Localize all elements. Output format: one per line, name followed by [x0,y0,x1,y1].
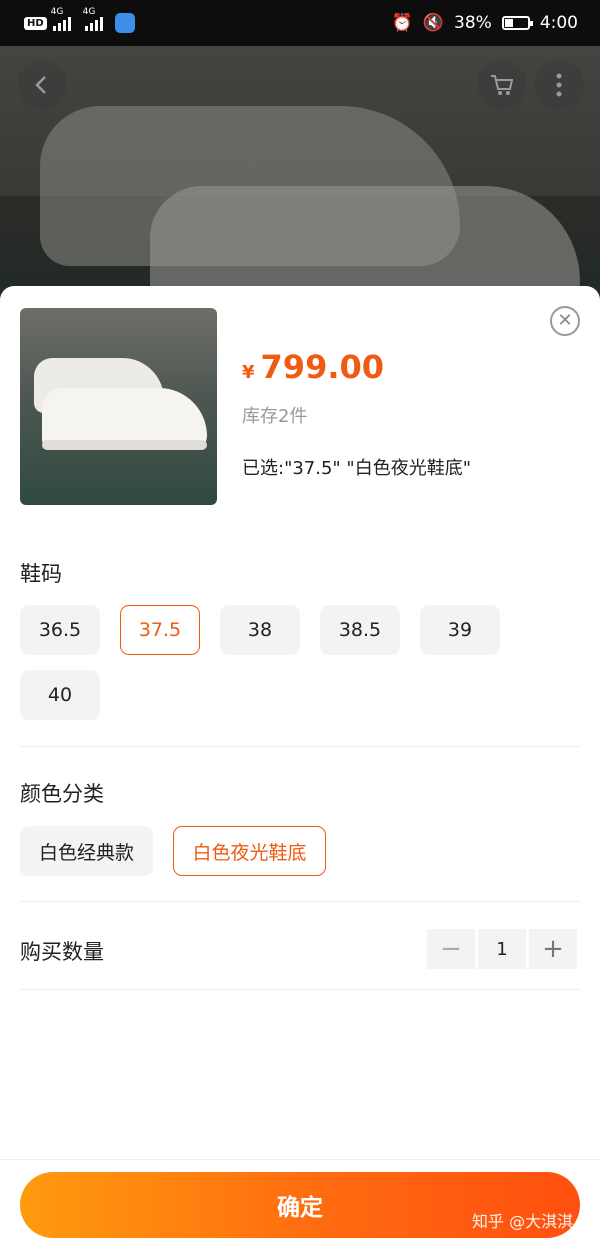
watermark: 知乎 @大淇淇 [472,1212,574,1231]
stock-text: 库存2件 [242,406,308,427]
price: ¥ 799.00 [242,348,384,386]
close-button[interactable]: ✕ [550,306,580,336]
size-option[interactable]: 40 [20,670,100,720]
status-bar: HD 4G 4G ⏰ 🔇 38% 4:00 [0,0,600,46]
size-option[interactable]: 38.5 [320,605,400,655]
battery-icon [501,16,533,30]
size-option[interactable]: 39 [420,605,500,655]
mute-icon: 🔇 [422,13,445,33]
price-amount: 799.00 [260,348,385,386]
cart-icon [491,75,514,95]
increase-button[interactable]: + [529,929,577,969]
chevron-left-icon [35,76,46,94]
product-hero-image [0,46,600,306]
footer-divider [0,1159,600,1160]
more-button[interactable] [534,60,584,110]
app-notification-icon [114,13,135,33]
size-section-title: 鞋码 [20,562,62,586]
quantity-value[interactable]: 1 [478,929,526,969]
selected-summary: 已选:"37.5" "白色夜光鞋底" [242,458,471,479]
size-option[interactable]: 38 [220,605,300,655]
divider [20,989,580,990]
product-thumbnail [20,308,217,505]
decrease-button[interactable]: − [427,929,475,969]
quantity-label: 购买数量 [20,940,104,964]
back-button[interactable] [17,60,67,110]
currency-symbol: ¥ [242,362,255,383]
minus-icon: − [440,934,462,964]
cart-button[interactable] [477,60,527,110]
more-vertical-icon [556,73,562,97]
divider [20,746,580,747]
color-option-selected[interactable]: 白色夜光鞋底 [173,826,326,876]
signal-icon: 4G [83,7,103,31]
quantity-stepper: − 1 + [427,929,577,969]
size-option-selected[interactable]: 37.5 [120,605,200,655]
battery-percent: 38% [454,13,492,33]
close-icon: ✕ [557,310,573,331]
clock: 4:00 [539,13,578,33]
size-option[interactable]: 36.5 [20,605,100,655]
hd-badge: HD [24,16,47,30]
divider [20,901,580,902]
plus-icon: + [542,934,564,964]
sku-selection-sheet: ✕ ¥ 799.00 库存2件 已选:"37.5" "白色夜光鞋底" 鞋码 36… [0,286,600,1247]
signal-icon: 4G [51,7,71,31]
color-option[interactable]: 白色经典款 [20,826,153,876]
color-section-title: 颜色分类 [20,782,104,806]
alarm-icon: ⏰ [391,13,413,33]
